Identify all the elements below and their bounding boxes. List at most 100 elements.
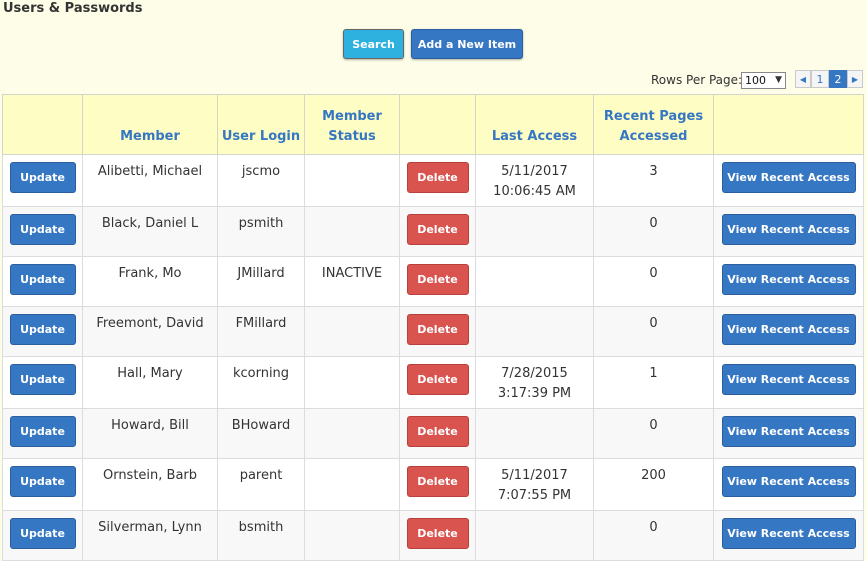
user-login-cell: kcorning: [217, 356, 305, 409]
update-cell: Update: [2, 256, 83, 307]
delete-cell: Delete: [399, 510, 476, 561]
delete-button[interactable]: Delete: [406, 416, 469, 447]
table-row: Update Frank, Mo JMillard INACTIVE Delete 0 Vi…: [2, 256, 864, 307]
user-login-cell: JMillard: [217, 256, 305, 307]
delete-cell: Delete: [399, 256, 476, 307]
member-cell: Ornstein, Barb: [82, 458, 218, 511]
view-recent-access-button[interactable]: View Recent Access: [721, 416, 856, 447]
update-cell: Update: [2, 306, 83, 357]
last-access-date: 5/11/2017: [501, 164, 568, 179]
update-cell: Update: [2, 154, 83, 207]
delete-cell: Delete: [399, 408, 476, 459]
member-cell: Black, Daniel L: [82, 206, 218, 257]
pager-row: Rows Per Page: 100 ▼ ◀ 1 2 ▶: [0, 70, 867, 90]
member-status-cell: [304, 206, 400, 257]
rows-per-page-select[interactable]: 100 ▼: [741, 72, 786, 89]
update-button[interactable]: Update: [9, 214, 76, 245]
page-title: Users & Passwords: [3, 1, 143, 16]
update-cell: Update: [2, 356, 83, 409]
view-recent-access-button[interactable]: View Recent Access: [721, 518, 856, 549]
delete-button[interactable]: Delete: [406, 518, 469, 549]
add-new-item-button[interactable]: Add a New Item: [411, 29, 523, 59]
view-recent-access-button[interactable]: View Recent Access: [721, 314, 856, 345]
recent-pages-cell: 0: [593, 306, 714, 357]
search-button[interactable]: Search: [343, 29, 404, 59]
delete-button[interactable]: Delete: [406, 466, 469, 497]
view-cell: View Recent Access: [713, 510, 864, 561]
header-member[interactable]: Member: [82, 94, 218, 155]
last-access-date: 5/11/2017: [501, 468, 568, 483]
member-status-cell: [304, 458, 400, 511]
view-recent-access-button[interactable]: View Recent Access: [721, 364, 856, 395]
update-button[interactable]: Update: [9, 162, 76, 193]
header-actions: [2, 94, 83, 155]
update-button[interactable]: Update: [9, 314, 76, 345]
member-cell: Silverman, Lynn: [82, 510, 218, 561]
view-recent-access-button[interactable]: View Recent Access: [721, 214, 856, 245]
member-status-cell: INACTIVE: [304, 256, 400, 307]
recent-pages-cell: 1: [593, 356, 714, 409]
table-row: Update Howard, Bill BHoward Delete 0 View Rec…: [2, 408, 864, 459]
table-row: Update Black, Daniel Lpsmith Delete 0 View R…: [2, 206, 864, 257]
last-access-cell: 5/11/2017 10:06:45 AM: [475, 154, 594, 207]
header-recent-pages[interactable]: Recent Pages Accessed: [593, 94, 714, 155]
update-button[interactable]: Update: [9, 264, 76, 295]
recent-pages-cell: 200: [593, 458, 714, 511]
member-status-cell: [304, 154, 400, 207]
header-view: [713, 94, 864, 155]
next-page-icon[interactable]: ▶: [847, 70, 863, 88]
last-access-cell: [475, 510, 594, 561]
delete-button[interactable]: Delete: [406, 214, 469, 245]
table-row: Update Alibetti, Michael jscmo Delete 5/11/2…: [2, 154, 864, 207]
delete-button[interactable]: Delete: [406, 162, 469, 193]
header-last-access[interactable]: Last Access: [475, 94, 594, 155]
view-cell: View Recent Access: [713, 356, 864, 409]
member-status-cell: [304, 510, 400, 561]
view-recent-access-button[interactable]: View Recent Access: [721, 162, 856, 193]
header-member-status[interactable]: Member Status: [304, 94, 400, 155]
delete-cell: Delete: [399, 154, 476, 207]
recent-pages-cell: 0: [593, 408, 714, 459]
update-button[interactable]: Update: [9, 364, 76, 395]
rows-per-page-label: Rows Per Page:: [651, 73, 743, 87]
member-cell: Howard, Bill: [82, 408, 218, 459]
last-access-date: 7/28/2015: [501, 366, 568, 381]
view-cell: View Recent Access: [713, 154, 864, 207]
page-link-2-current[interactable]: 2: [829, 70, 847, 88]
toolbar: Search Add a New Item: [0, 28, 867, 60]
last-access-cell: [475, 256, 594, 307]
user-login-cell: BHoward: [217, 408, 305, 459]
last-access-cell: 5/11/2017 7:07:55 PM: [475, 458, 594, 511]
update-button[interactable]: Update: [9, 466, 76, 497]
table-header-row: Member User Login Member Status Last Acc…: [2, 94, 864, 155]
page-link-1[interactable]: 1: [811, 70, 829, 88]
member-cell: Alibetti, Michael: [82, 154, 218, 207]
header-user-login[interactable]: User Login: [217, 94, 305, 155]
update-cell: Update: [2, 206, 83, 257]
delete-button[interactable]: Delete: [406, 314, 469, 345]
delete-cell: Delete: [399, 356, 476, 409]
view-cell: View Recent Access: [713, 408, 864, 459]
update-cell: Update: [2, 458, 83, 511]
view-cell: View Recent Access: [713, 256, 864, 307]
update-button[interactable]: Update: [9, 518, 76, 549]
rows-per-page-value: 100: [745, 74, 766, 87]
table-row: Update Silverman, Lynn bsmith Delete 0 View R…: [2, 510, 864, 561]
last-access-time: 10:06:45 AM: [493, 184, 576, 199]
delete-button[interactable]: Delete: [406, 364, 469, 395]
member-status-cell: [304, 408, 400, 459]
prev-page-icon[interactable]: ◀: [795, 70, 811, 88]
delete-button[interactable]: Delete: [406, 264, 469, 295]
member-cell: Hall, Mary: [82, 356, 218, 409]
delete-cell: Delete: [399, 206, 476, 257]
view-recent-access-button[interactable]: View Recent Access: [721, 466, 856, 497]
last-access-cell: [475, 206, 594, 257]
member-cell: Frank, Mo: [82, 256, 218, 307]
table-row: Update Freemont, David FMillard Delete 0 View…: [2, 306, 864, 357]
header-delete: [399, 94, 476, 155]
user-login-cell: bsmith: [217, 510, 305, 561]
user-login-cell: parent: [217, 458, 305, 511]
view-recent-access-button[interactable]: View Recent Access: [721, 264, 856, 295]
update-button[interactable]: Update: [9, 416, 76, 447]
last-access-cell: [475, 408, 594, 459]
